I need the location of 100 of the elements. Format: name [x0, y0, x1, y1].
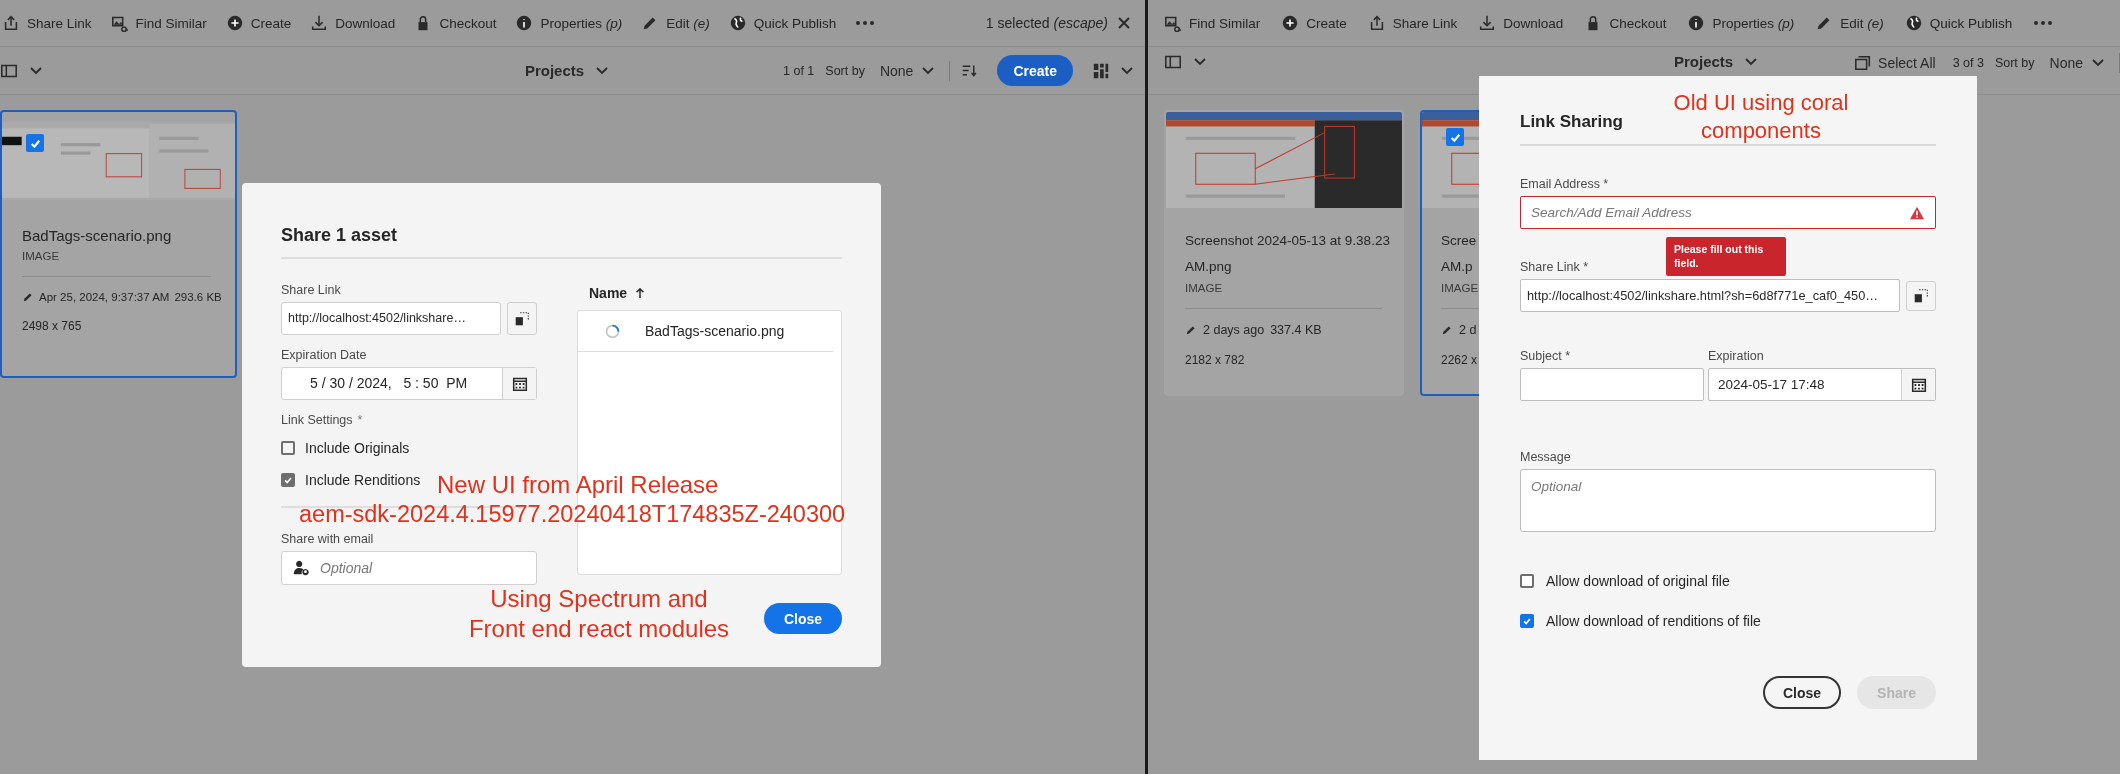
create-button[interactable]: Create [997, 55, 1073, 86]
copy-icon [513, 309, 531, 328]
toolbar-button[interactable]: Create [225, 14, 292, 32]
error-tooltip: Please fill out this field. [1666, 237, 1786, 276]
close-button[interactable]: Close [763, 603, 842, 634]
email-input[interactable]: Search/Add Email Address [1531, 205, 1909, 220]
image-search-icon [110, 14, 129, 32]
annotation: New UI from April Release [437, 470, 719, 500]
more-icon[interactable] [855, 20, 876, 26]
field-label: Expiration Date [281, 347, 367, 363]
toolbar-button[interactable]: Quick Publish [728, 14, 837, 32]
toolbar-button[interactable]: Edit (e) [1815, 14, 1884, 32]
file-size: 293.6 KB [174, 291, 222, 303]
globe-icon [1904, 14, 1923, 32]
share-link-field[interactable]: http://localhost:4502/linkshare… [281, 302, 501, 335]
email-field[interactable]: Search/Add Email Address [1520, 196, 1936, 229]
chevron-icon [922, 66, 935, 75]
asset-type: IMAGE [1441, 282, 1479, 294]
file-size: 337.4 KB [1270, 323, 1322, 337]
chevron-icon [596, 66, 609, 75]
sort-label: Sort by [1994, 56, 2035, 70]
toolbar-button[interactable]: Share Link [2, 14, 92, 32]
checkbox-label: Allow download of original file [1546, 573, 1730, 589]
view-grid-icon[interactable] [1092, 61, 1110, 80]
plus-circle-icon [1281, 14, 1300, 32]
copy-button[interactable] [507, 302, 537, 335]
chevron-icon[interactable] [1121, 66, 1133, 75]
checkbox[interactable] [1520, 574, 1534, 588]
field-label: Link Settings [281, 412, 353, 428]
chevron-icon [2092, 59, 2104, 67]
field-label: Share with email [281, 531, 374, 547]
toolbar-button[interactable]: Download [1478, 14, 1564, 32]
sort-order-icon[interactable] [961, 62, 979, 79]
toolbar-button[interactable]: Checkout [414, 14, 497, 32]
dimensions: 2498 x 765 [22, 319, 82, 333]
toolbar-button[interactable]: Properties (p) [515, 14, 623, 32]
toolbar-button[interactable]: Properties (p) [1687, 14, 1795, 32]
asset-card[interactable]: BadTags-scenario.png IMAGE Apr 25, 2024, 9:37:37 AM 293.6 KB 2498 x 765 [0, 110, 237, 378]
asset-name: Screenshot 2024-05-13 at 9.38.23 AM.png [1185, 232, 1391, 276]
email-input[interactable]: Optional [320, 560, 526, 576]
copy-button[interactable] [1906, 280, 1936, 311]
checkbox[interactable] [26, 134, 44, 152]
sort-label: Sort by [825, 63, 865, 78]
checkbox[interactable] [281, 441, 295, 455]
modified-date: 2 d [1459, 323, 1477, 337]
dimensions: 2182 x 782 [1185, 353, 1245, 367]
checkbox[interactable] [1446, 128, 1464, 146]
sort-dropdown[interactable]: None [2045, 55, 2108, 71]
modified-date: 2 days ago [1203, 323, 1265, 337]
annotation: Old UI using coral components [1673, 89, 1849, 144]
checkmark-icon [283, 475, 293, 485]
pencil-icon [22, 291, 34, 303]
dialog-title: Share 1 asset [281, 223, 842, 259]
share-icon [2, 14, 20, 32]
toolbar-button[interactable]: Find Similar [110, 14, 207, 32]
asset-card[interactable]: Screenshot 2024-05-13 at 9.38.23 AM.png IMAGE 2 days ago 337.4 KB 2182 x 782 [1164, 110, 1404, 396]
modified-date: Apr 25, 2024, 9:37:37 AM [39, 291, 170, 303]
field-label: Message [1520, 449, 1571, 465]
rail-toggle-icon[interactable] [1164, 53, 1182, 71]
pencil-icon [1185, 324, 1197, 336]
toolbar-button[interactable]: Download [310, 14, 396, 32]
close-icon[interactable] [1117, 16, 1131, 30]
asset-type: IMAGE [22, 250, 60, 262]
dimensions: 2262 x [1441, 353, 1478, 367]
required-mark: * [357, 412, 363, 428]
item-count: 3 of 3 [1952, 56, 1984, 70]
sort-dropdown[interactable]: None [875, 62, 939, 79]
column-header[interactable]: Name [589, 285, 628, 301]
chevron-icon [1745, 57, 1758, 66]
download-icon [310, 14, 329, 32]
info-icon [1687, 14, 1706, 32]
toolbar-button[interactable]: Share Link [1367, 14, 1458, 32]
date-field[interactable]: 5 / 30 / 2024, 5 : 50 PM [281, 367, 537, 400]
chevron-icon[interactable] [30, 66, 42, 75]
title-dropdown[interactable]: Projects [1674, 53, 1758, 70]
alert-icon [1909, 205, 1925, 220]
close-button[interactable]: Close [1762, 676, 1842, 709]
toolbar-button[interactable]: Edit (e) [641, 14, 710, 32]
pencil-icon [1441, 324, 1453, 336]
more-icon[interactable] [2033, 20, 2054, 26]
toolbar-button[interactable]: Checkout [1584, 14, 1667, 32]
title-dropdown[interactable]: Projects [524, 62, 609, 79]
field-label: Expiration [1708, 348, 1764, 364]
message-field[interactable]: Optional [1520, 469, 1936, 532]
asset-name: BadTags-scenario.png [22, 226, 172, 246]
subject-field[interactable] [1520, 368, 1704, 401]
toolbar-button[interactable]: Find Similar [1164, 14, 1261, 32]
share-link-field[interactable]: http://localhost:4502/linkshare.html?sh=6d8f771e_caf0_450… [1520, 279, 1900, 312]
selection-status: 1 selected (escape) [985, 15, 1108, 31]
checkbox[interactable] [1520, 614, 1534, 628]
item-count: 1 of 1 [783, 63, 815, 78]
toolbar-button[interactable]: Create [1281, 14, 1347, 32]
sort-arrow-icon[interactable] [635, 287, 646, 299]
info-icon [515, 14, 534, 32]
toolbar-button[interactable]: Quick Publish [1904, 14, 2013, 32]
select-all-button[interactable]: Select All [1854, 54, 1936, 72]
date-field[interactable]: 2024-05-17 17:48 [1708, 368, 1936, 401]
chevron-icon[interactable] [1194, 58, 1206, 66]
checkbox-label: Include Originals [305, 440, 410, 456]
checkbox[interactable] [281, 473, 295, 487]
